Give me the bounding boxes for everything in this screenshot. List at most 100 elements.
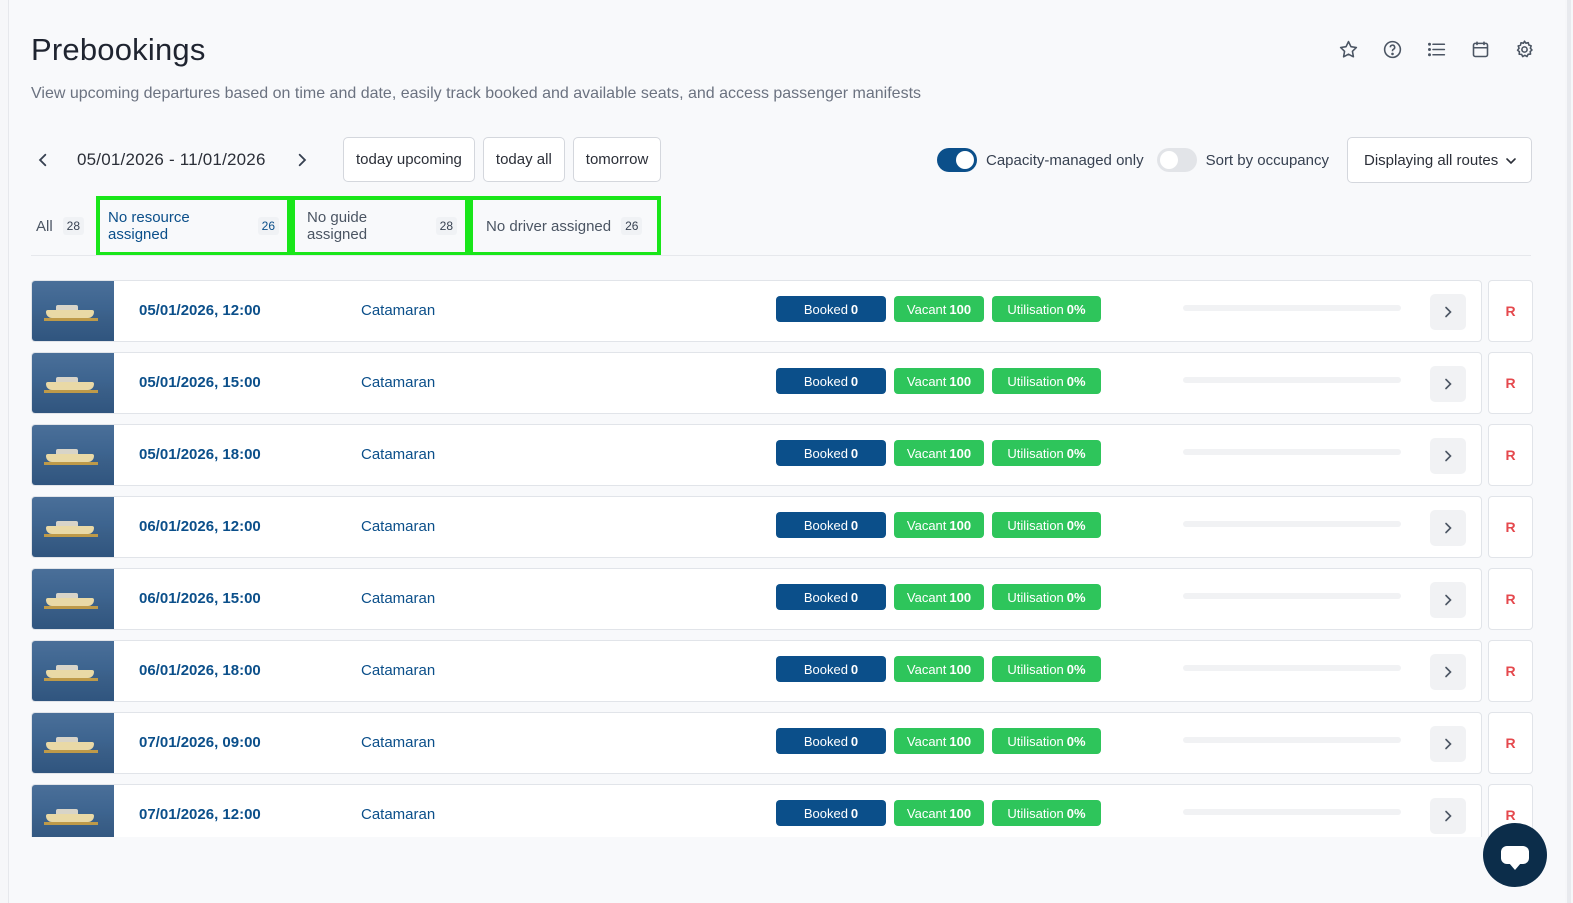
resource-button[interactable]: R	[1488, 424, 1533, 486]
capacity-badges: Booked 0 Vacant 100 Utilisation 0%	[776, 656, 1101, 682]
tabs-divider	[31, 255, 1531, 256]
catamaran-thumbnail	[32, 281, 114, 341]
departure-card[interactable]: 06/01/2026, 12:00 Catamaran Booked 0 Vacant 1…	[31, 496, 1482, 558]
open-departure-button[interactable]	[1430, 798, 1466, 834]
today-upcoming-button[interactable]: today upcoming	[343, 137, 475, 182]
capacity-badges: Booked 0 Vacant 100 Utilisation 0%	[776, 800, 1101, 826]
product-name: Catamaran	[361, 446, 436, 463]
chevron-down-icon	[1506, 158, 1516, 165]
chat-icon	[1501, 846, 1529, 870]
booked-badge: Booked 0	[776, 296, 886, 322]
vacant-badge: Vacant 100	[894, 800, 984, 826]
open-departure-button[interactable]	[1430, 438, 1466, 474]
gear-icon[interactable]	[1511, 36, 1537, 62]
departure-datetime[interactable]: 06/01/2026, 12:00	[139, 518, 261, 535]
occupancy-progress-bar	[1183, 305, 1401, 311]
departure-card[interactable]: 07/01/2026, 09:00 Catamaran Booked 0 Vacant 1…	[31, 712, 1482, 774]
product-name: Catamaran	[361, 518, 436, 535]
date-range[interactable]: 05/01/2026 - 11/01/2026	[77, 150, 266, 170]
departure-datetime[interactable]: 05/01/2026, 18:00	[139, 446, 261, 463]
occupancy-progress-bar	[1183, 377, 1401, 383]
catamaran-thumbnail	[32, 713, 114, 773]
tab-label: No resource assigned	[108, 209, 190, 243]
chevron-right-icon	[298, 153, 306, 167]
vacant-badge: Vacant 100	[894, 584, 984, 610]
catamaran-thumbnail	[32, 353, 114, 413]
occupancy-progress-bar	[1183, 737, 1401, 743]
scrollbar[interactable]	[1567, 0, 1571, 903]
departure-card[interactable]: 05/01/2026, 18:00 Catamaran Booked 0 Vacant 1…	[31, 424, 1482, 486]
capacity-badges: Booked 0 Vacant 100 Utilisation 0%	[776, 512, 1101, 538]
tab-no-resource-assigned[interactable]: No resource assigned 26	[96, 196, 292, 256]
departure-datetime[interactable]: 06/01/2026, 18:00	[139, 662, 261, 679]
catamaran-thumbnail	[32, 569, 114, 629]
tab-count: 28	[62, 217, 85, 235]
resource-button[interactable]: R	[1488, 352, 1533, 414]
open-departure-button[interactable]	[1430, 654, 1466, 690]
utilisation-badge: Utilisation 0%	[992, 368, 1101, 394]
next-week-button[interactable]	[290, 148, 314, 172]
tab-no-driver-assigned[interactable]: No driver assigned 26	[469, 196, 662, 256]
tab-count: 28	[435, 217, 458, 235]
departure-datetime[interactable]: 07/01/2026, 12:00	[139, 806, 261, 823]
departure-card[interactable]: 06/01/2026, 18:00 Catamaran Booked 0 Vacant 1…	[31, 640, 1482, 702]
star-icon[interactable]	[1335, 36, 1361, 62]
tab-all[interactable]: All 28	[31, 196, 96, 256]
tab-no-guide-assigned[interactable]: No guide assigned 28	[291, 196, 470, 256]
departure-card[interactable]: 05/01/2026, 12:00 Catamaran Booked 0 Vacant 1…	[31, 280, 1482, 342]
open-departure-button[interactable]	[1430, 510, 1466, 546]
chevron-right-icon	[1445, 522, 1452, 534]
utilisation-badge: Utilisation 0%	[992, 800, 1101, 826]
booked-badge: Booked 0	[776, 584, 886, 610]
date-navigator: 05/01/2026 - 11/01/2026	[31, 138, 314, 182]
product-name: Catamaran	[361, 302, 436, 319]
departure-datetime[interactable]: 05/01/2026, 12:00	[139, 302, 261, 319]
filter-tabs: All 28 No resource assigned 26 No guide …	[31, 196, 662, 256]
open-departure-button[interactable]	[1430, 366, 1466, 402]
product-name: Catamaran	[361, 662, 436, 679]
routes-dropdown[interactable]: Displaying all routes	[1347, 137, 1532, 183]
capacity-badges: Booked 0 Vacant 100 Utilisation 0%	[776, 368, 1101, 394]
vacant-badge: Vacant 100	[894, 368, 984, 394]
departure-datetime[interactable]: 06/01/2026, 15:00	[139, 590, 261, 607]
departure-card[interactable]: 07/01/2026, 12:00 Catamaran Booked 0 Vacant 1…	[31, 784, 1482, 837]
tab-label: No driver assigned	[486, 217, 612, 235]
catamaran-thumbnail	[32, 641, 114, 701]
vacant-badge: Vacant 100	[894, 728, 984, 754]
chevron-right-icon	[1445, 378, 1452, 390]
occupancy-progress-bar	[1183, 665, 1401, 671]
resource-button[interactable]: R	[1488, 568, 1533, 630]
help-icon[interactable]	[1379, 36, 1405, 62]
tomorrow-button[interactable]: tomorrow	[572, 137, 662, 182]
catamaran-thumbnail	[32, 785, 114, 837]
capacity-managed-toggle[interactable]	[937, 148, 977, 172]
departure-card[interactable]: 06/01/2026, 15:00 Catamaran Booked 0 Vacant 1…	[31, 568, 1482, 630]
departure-row: 05/01/2026, 15:00 Catamaran Booked 0 Vacant 1…	[31, 352, 1533, 414]
occupancy-progress-bar	[1183, 449, 1401, 455]
calendar-icon[interactable]	[1467, 36, 1493, 62]
list-icon[interactable]	[1423, 36, 1449, 62]
resource-button[interactable]: R	[1488, 712, 1533, 774]
resource-button[interactable]: R	[1488, 280, 1533, 342]
chat-button[interactable]	[1483, 823, 1547, 887]
open-departure-button[interactable]	[1430, 294, 1466, 330]
departure-card[interactable]: 05/01/2026, 15:00 Catamaran Booked 0 Vacant 1…	[31, 352, 1482, 414]
resource-button[interactable]: R	[1488, 640, 1533, 702]
tab-label: All	[36, 217, 53, 235]
prev-week-button[interactable]	[31, 148, 55, 172]
prebookings-page: Prebookings View upcoming departures bas…	[8, 0, 1565, 903]
open-departure-button[interactable]	[1430, 726, 1466, 762]
capacity-managed-label: Capacity-managed only	[986, 151, 1144, 169]
capacity-badges: Booked 0 Vacant 100 Utilisation 0%	[776, 728, 1101, 754]
product-name: Catamaran	[361, 374, 436, 391]
page-subtitle: View upcoming departures based on time a…	[31, 85, 922, 102]
departure-datetime[interactable]: 07/01/2026, 09:00	[139, 734, 261, 751]
booked-badge: Booked 0	[776, 512, 886, 538]
view-toggles: Capacity-managed only Sort by occupancy	[937, 148, 1329, 172]
resource-button[interactable]: R	[1488, 496, 1533, 558]
today-all-button[interactable]: today all	[482, 137, 565, 182]
departure-datetime[interactable]: 05/01/2026, 15:00	[139, 374, 261, 391]
sort-by-occupancy-toggle[interactable]	[1156, 148, 1197, 172]
open-departure-button[interactable]	[1430, 582, 1466, 618]
vacant-badge: Vacant 100	[894, 512, 984, 538]
